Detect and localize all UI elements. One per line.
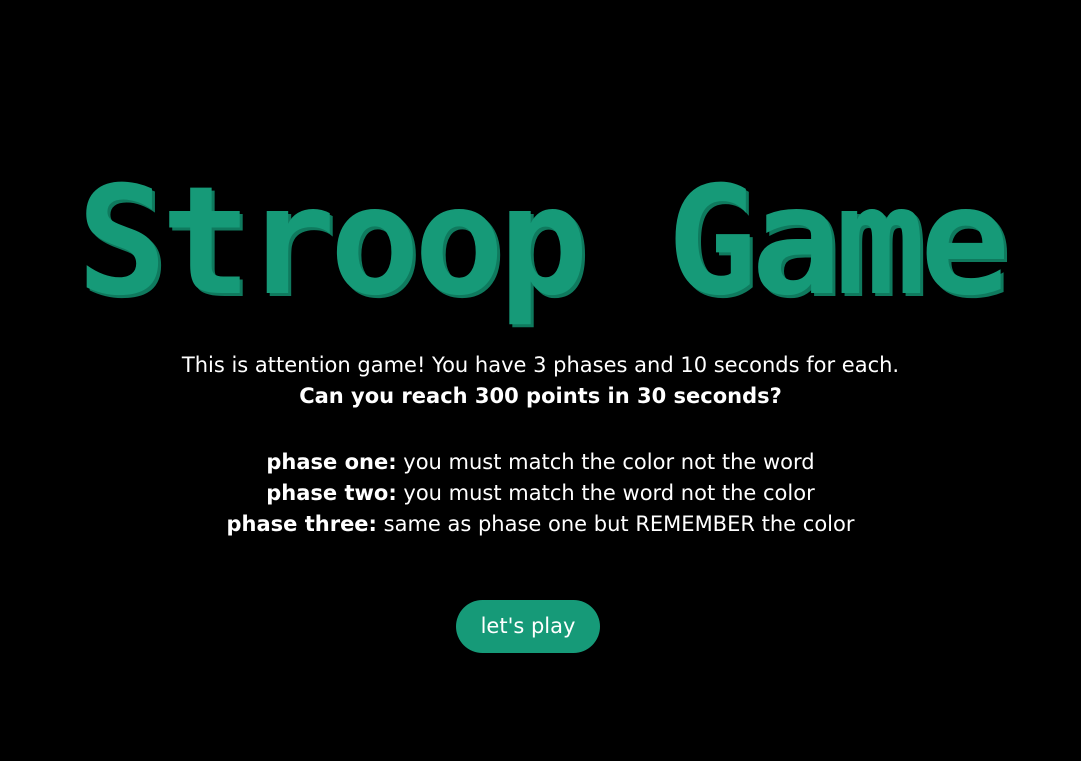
phase-three-row: phase three: same as phase one but REMEM… xyxy=(0,509,1081,540)
phase-list: phase one: you must match the color not … xyxy=(0,447,1081,540)
phase-one-label: phase one: xyxy=(266,450,397,474)
phase-two-label: phase two: xyxy=(266,481,397,505)
game-title: Stroop Game xyxy=(76,155,1010,329)
phase-two-description: you must match the word not the color xyxy=(396,481,815,505)
play-button[interactable]: let's play xyxy=(456,600,600,653)
phase-three-label: phase three: xyxy=(226,512,377,536)
intro-text: This is attention game! You have 3 phase… xyxy=(181,353,900,377)
intro-section: This is attention game! You have 3 phase… xyxy=(0,350,1081,412)
phase-three-description: same as phase one but REMEMBER the color xyxy=(376,512,855,536)
challenge-text: Can you reach 300 points in 30 seconds? xyxy=(299,384,782,408)
start-screen: Stroop Game This is attention game! You … xyxy=(0,0,1081,761)
phase-two-row: phase two: you must match the word not t… xyxy=(0,478,1081,509)
phase-one-description: you must match the color not the word xyxy=(396,450,815,474)
phase-one-row: phase one: you must match the color not … xyxy=(0,447,1081,478)
